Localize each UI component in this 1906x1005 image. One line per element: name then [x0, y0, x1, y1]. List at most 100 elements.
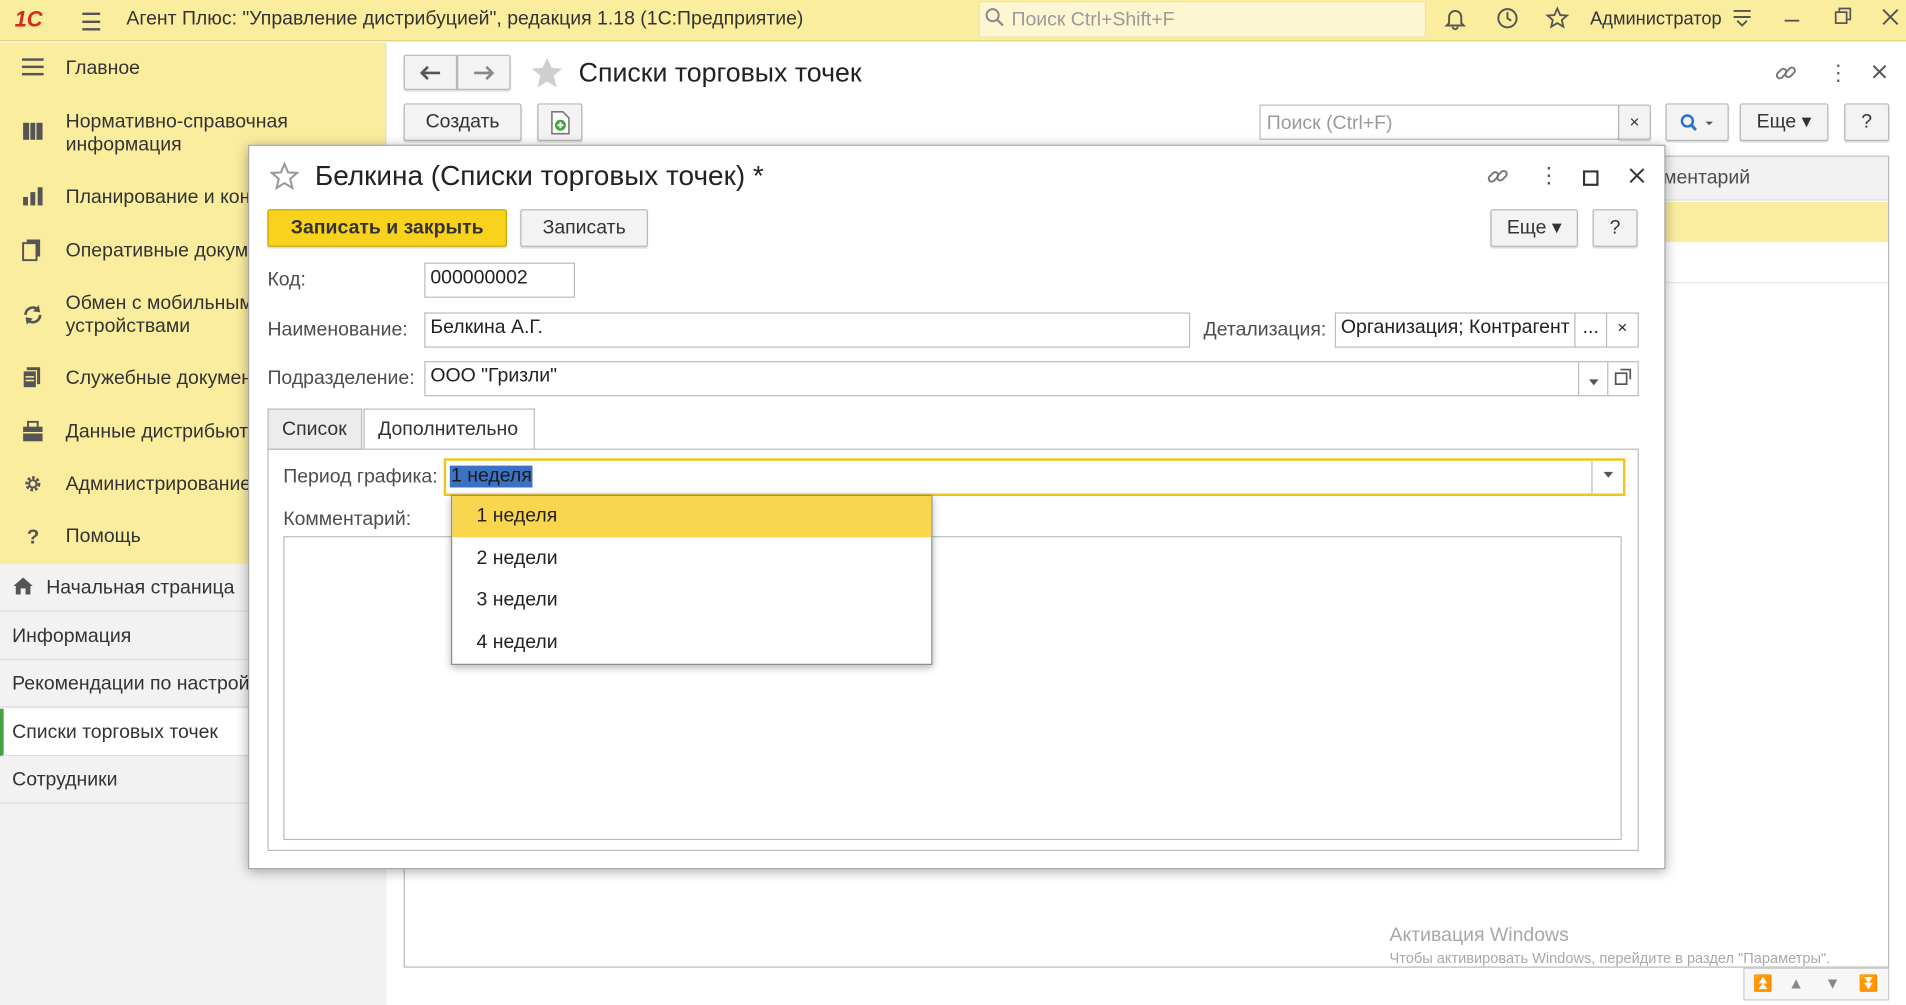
period-selected-text: 1 неделя: [449, 465, 534, 488]
detail-clear-button[interactable]: ×: [1605, 312, 1639, 348]
link-icon[interactable]: [1774, 61, 1798, 91]
top-bar: 1С ☰ Агент Плюс: "Управление дистрибуцие…: [0, 0, 1906, 42]
scroll-last-icon[interactable]: ⏬: [1859, 974, 1879, 993]
copy-create-button[interactable]: [537, 103, 583, 142]
tab-list[interactable]: Список: [267, 408, 363, 450]
scroll-nav: ⏫ ▲ ▼ ⏬: [1743, 967, 1890, 1001]
global-search-input[interactable]: Поиск Ctrl+Shift+F: [978, 1, 1427, 38]
period-option-label: 4 недели: [476, 632, 558, 653]
close-icon[interactable]: [1871, 62, 1888, 86]
sidebar-item-label: Администрирование: [65, 474, 252, 495]
period-option-label: 3 недели: [476, 589, 558, 611]
period-options-list: 1 неделя 2 недели 3 недели 4 недели: [451, 494, 933, 665]
user-name[interactable]: Администратор: [1590, 9, 1722, 30]
period-option[interactable]: 4 недели: [452, 622, 931, 663]
global-search-placeholder: Поиск Ctrl+Shift+F: [1011, 9, 1175, 31]
close-window-icon[interactable]: [1882, 6, 1899, 33]
settings-menu-icon[interactable]: [1731, 6, 1753, 35]
name-label: Наименование:: [267, 319, 408, 341]
code-field[interactable]: 000000002: [424, 262, 576, 298]
dialog-maximize-icon[interactable]: [1582, 168, 1599, 192]
book-icon: [22, 120, 44, 148]
comment-label: Комментарий:: [283, 509, 412, 531]
back-button[interactable]: [403, 54, 458, 90]
save-button[interactable]: Записать: [520, 209, 648, 247]
sidebar-item-label: Главное: [65, 58, 140, 80]
dept-label: Подразделение:: [267, 368, 415, 390]
dept-field[interactable]: ООО "Гризли": [424, 361, 1580, 397]
column-header-comment[interactable]: ментарий: [1663, 168, 1750, 190]
sidebar-item-label: Оперативные докум: [65, 240, 249, 262]
dialog-close-icon[interactable]: [1628, 167, 1646, 191]
bar-chart-icon: [22, 186, 44, 212]
minimize-icon[interactable]: [1782, 6, 1801, 33]
period-option-label: 2 недели: [476, 548, 558, 569]
app-title: Агент Плюс: "Управление дистрибуцией", р…: [126, 8, 804, 30]
menu-icon[interactable]: ☰: [80, 7, 102, 37]
period-option[interactable]: 3 недели: [452, 580, 931, 621]
save-and-close-button[interactable]: Записать и закрыть: [267, 209, 507, 247]
dialog-kebab-menu-icon[interactable]: ⋮: [1538, 163, 1560, 189]
create-button[interactable]: Создать: [403, 103, 522, 142]
restore-icon[interactable]: [1833, 6, 1852, 33]
open-window-label: Рекомендации по настрой: [12, 673, 250, 695]
app-logo[interactable]: 1С: [15, 7, 43, 33]
open-window-label: Списки торговых точек: [12, 722, 218, 743]
sidebar-item-label: Данные дистрибьют: [65, 421, 249, 443]
list-search-placeholder: Поиск (Ctrl+F): [1266, 113, 1393, 134]
dialog-title: Белкина (Списки торговых точек) *: [314, 159, 764, 191]
list-help-button[interactable]: ?: [1844, 103, 1890, 142]
dialog-help-button[interactable]: ?: [1592, 209, 1638, 247]
sidebar-item-label: Служебные докумен: [65, 368, 253, 390]
period-select[interactable]: 1 неделя: [443, 458, 1626, 497]
list-more-button[interactable]: Еще ▾: [1739, 103, 1829, 142]
page-title: Списки торговых точек: [578, 57, 862, 88]
sync-icon: [22, 304, 44, 332]
sidebar-item-main[interactable]: Главное: [0, 57, 387, 86]
period-option[interactable]: 1 неделя: [452, 496, 932, 538]
detail-select-button[interactable]: ...: [1574, 312, 1608, 348]
star-icon[interactable]: [1545, 6, 1570, 38]
gear-icon: [22, 473, 44, 501]
open-window-label: Информация: [12, 626, 132, 647]
list-more-label: Еще: [1756, 111, 1797, 133]
dialog-more-label: Еще: [1506, 217, 1547, 239]
favorite-star-icon[interactable]: [530, 56, 564, 96]
distributor-icon: [22, 420, 44, 449]
scroll-down-icon[interactable]: ▼: [1825, 974, 1841, 992]
forward-button[interactable]: [457, 54, 511, 90]
detail-field[interactable]: Организация; Контрагент: [1334, 312, 1576, 348]
clear-search-button[interactable]: ×: [1618, 104, 1651, 140]
menu-lines-icon: [21, 57, 44, 83]
dept-dropdown-button[interactable]: [1577, 361, 1609, 397]
dept-open-button[interactable]: [1607, 361, 1639, 397]
dialog-more-button[interactable]: Еще ▾: [1490, 209, 1578, 247]
kebab-menu-icon[interactable]: ⋮: [1827, 61, 1849, 87]
history-icon[interactable]: [1495, 6, 1519, 38]
period-label: Период графика:: [283, 466, 438, 488]
documents-icon: [22, 239, 41, 267]
dialog-link-icon[interactable]: [1486, 164, 1510, 194]
dialog-favorite-star-icon[interactable]: [269, 161, 300, 197]
sidebar-item-label: Помощь: [65, 526, 141, 548]
question-icon: ?: [26, 525, 40, 549]
search-dropdown-button[interactable]: [1665, 103, 1729, 142]
bell-icon[interactable]: [1443, 6, 1467, 38]
windows-activation-text: Чтобы активировать Windows, перейдите в …: [1389, 949, 1831, 967]
period-dropdown-icon[interactable]: [1591, 460, 1623, 494]
open-window-label: Начальная страница: [46, 577, 235, 599]
scroll-up-icon[interactable]: ▲: [1788, 974, 1804, 992]
name-field[interactable]: Белкина А.Г.: [424, 312, 1191, 348]
period-option[interactable]: 2 недели: [452, 539, 931, 580]
search-icon: [985, 7, 1004, 33]
open-window-label: Сотрудники: [12, 769, 118, 791]
code-label: Код:: [267, 269, 306, 291]
period-option-label: 1 неделя: [476, 505, 558, 527]
scroll-first-icon[interactable]: ⏫: [1753, 974, 1773, 993]
detail-label: Детализация:: [1203, 319, 1327, 341]
windows-activation-title: Активация Windows: [1389, 925, 1569, 946]
home-icon: [12, 576, 34, 602]
service-docs-icon: [22, 367, 41, 395]
tab-additional[interactable]: Дополнительно: [363, 408, 535, 450]
list-search-input[interactable]: Поиск (Ctrl+F): [1259, 104, 1620, 140]
